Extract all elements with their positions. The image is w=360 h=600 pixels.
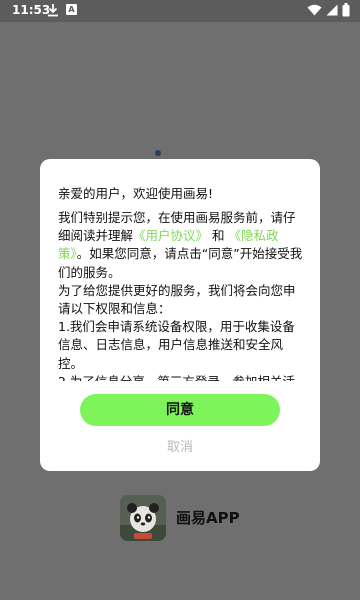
intro-text-and: 和 bbox=[212, 228, 225, 244]
status-bar: 11:53 A bbox=[0, 0, 360, 22]
signal-icon bbox=[326, 4, 338, 19]
loading-dot bbox=[155, 150, 161, 156]
wifi-icon bbox=[307, 4, 322, 19]
status-icons bbox=[307, 3, 350, 20]
agree-button[interactable]: 同意 bbox=[80, 394, 280, 426]
app-name: 画易APP bbox=[176, 509, 240, 527]
dialog-paragraph-intro: 我们特别提示您，在使用画易服务前，请仔细阅读并理解《用户协议》 和 《隐私政策》… bbox=[58, 209, 304, 282]
cancel-button[interactable]: 取消 bbox=[140, 437, 220, 459]
dialog-paragraph-permissions: 为了给您提供更好的服务，我们将会向您申请以下权限和信息： bbox=[58, 282, 296, 317]
privacy-dialog: 亲爱的用户，欢迎使用画易! 我们特别提示您，在使用画易服务前，请仔细阅读并理解《… bbox=[40, 159, 320, 471]
dialog-greeting: 亲爱的用户，欢迎使用画易! bbox=[58, 186, 214, 201]
dialog-paragraph-item-2: 2.为了信息分享、第三方登录、参加相关活动等。 bbox=[58, 373, 304, 381]
dialog-body[interactable]: 我们特别提示您，在使用画易服务前，请仔细阅读并理解《用户协议》 和 《隐私政策》… bbox=[58, 209, 304, 381]
download-icon bbox=[46, 2, 60, 18]
app-logo bbox=[120, 495, 166, 541]
battery-icon bbox=[342, 3, 350, 20]
dialog-paragraph-item-1: 1.我们会申请系统设备权限，用于收集设备信息、日志信息，用户信息推送和安全风控。 bbox=[58, 319, 295, 371]
intro-text-end: 。如果您同意，请点击“同意”开始接受我们的服务。 bbox=[58, 246, 303, 280]
a-notification-icon: A bbox=[66, 4, 77, 15]
status-time: 11:53 bbox=[12, 3, 51, 17]
user-agreement-link[interactable]: 《用户协议》 bbox=[133, 228, 208, 243]
